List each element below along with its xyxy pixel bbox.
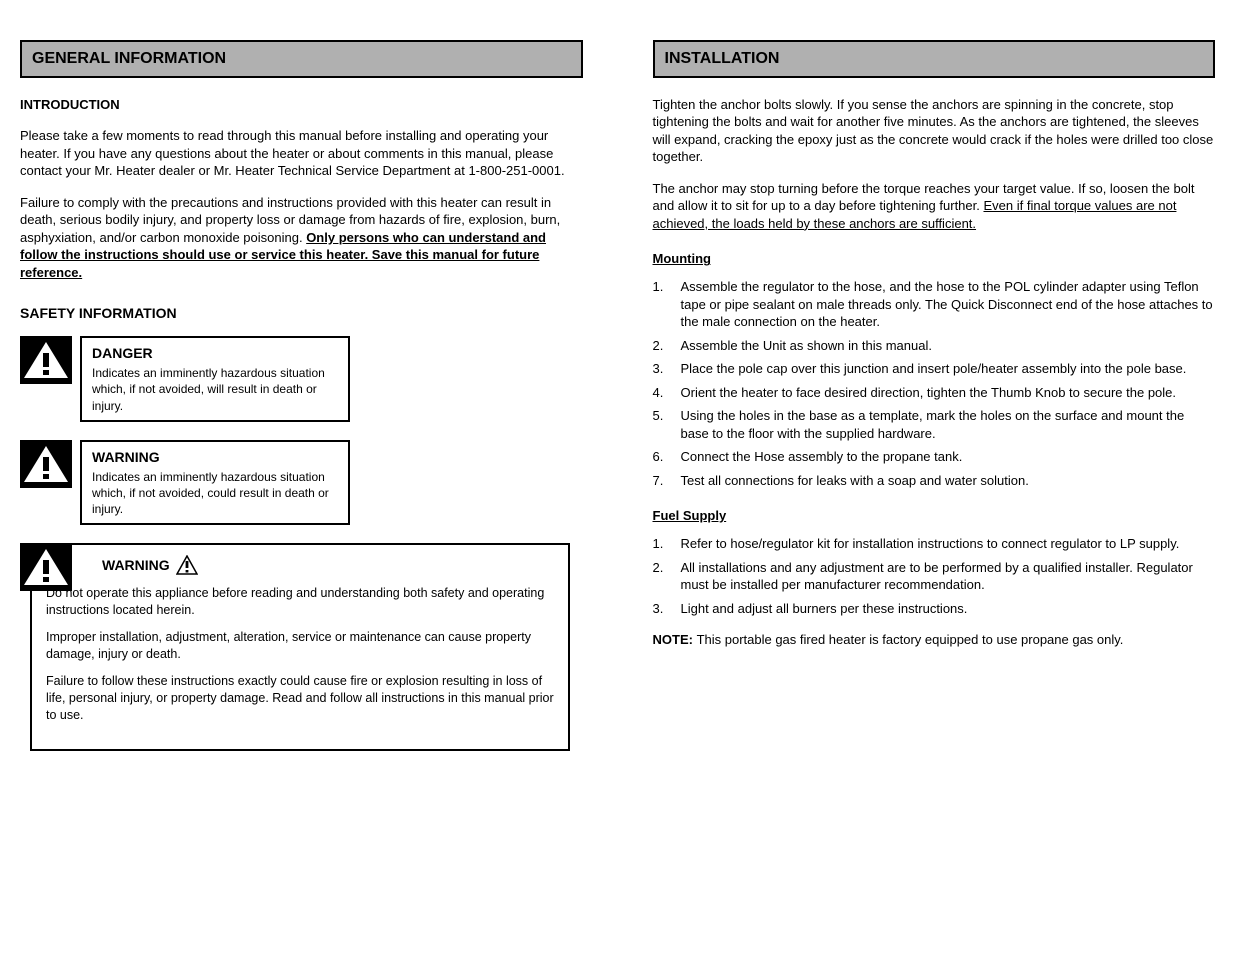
install-p1: Tighten the anchor bolts slowly. If you … bbox=[653, 96, 1216, 166]
danger-row: DANGER Indicates an imminently hazardous… bbox=[20, 336, 583, 421]
item-text: Assemble the regulator to the hose, and … bbox=[681, 278, 1216, 331]
item-text: Orient the heater to face desired direct… bbox=[681, 384, 1177, 402]
intro-paragraph-1: Please take a few moments to read throug… bbox=[20, 127, 583, 180]
warning-large-p2: Improper installation, adjustment, alter… bbox=[46, 629, 554, 663]
warning-large-box: WARNING Do not operate this appliance be… bbox=[30, 543, 570, 751]
warning-small-desc: Indicates an imminently hazardous situat… bbox=[92, 469, 338, 518]
list-item: 1.Assemble the regulator to the hose, an… bbox=[653, 278, 1216, 331]
item-number: 3. bbox=[653, 360, 671, 378]
mounting-list: 1.Assemble the regulator to the hose, an… bbox=[653, 278, 1216, 489]
intro-paragraph-2: Failure to comply with the precautions a… bbox=[20, 194, 583, 282]
warning-large-wrapper: WARNING Do not operate this appliance be… bbox=[20, 543, 583, 751]
list-item: 7. Test all connections for leaks with a … bbox=[653, 472, 1216, 490]
page-root: GENERAL INFORMATION INTRODUCTION Please … bbox=[20, 40, 1215, 751]
warning-large-label: WARNING bbox=[102, 556, 170, 575]
item-text: Assemble the Unit as shown in this manua… bbox=[681, 337, 932, 355]
warning-small-label: WARNING bbox=[92, 448, 338, 467]
item-number: 1. bbox=[653, 278, 671, 331]
list-item: 3. Place the pole cap over this junction … bbox=[653, 360, 1216, 378]
introduction-heading: INTRODUCTION bbox=[20, 96, 583, 114]
list-item: 5. Using the holes in the base as a templ… bbox=[653, 407, 1216, 442]
list-item: 6. Connect the Hose assembly to the propa… bbox=[653, 448, 1216, 466]
danger-box: DANGER Indicates an imminently hazardous… bbox=[80, 336, 350, 421]
list-item: 3. Light and adjust all burners per these… bbox=[653, 600, 1216, 618]
item-number: 3. bbox=[653, 600, 671, 618]
note-text: This portable gas fired heater is factor… bbox=[697, 632, 1124, 647]
alert-triangle-icon bbox=[20, 440, 72, 488]
warning-small-box: WARNING Indicates an imminently hazardou… bbox=[80, 440, 350, 525]
item-text: Refer to hose/regulator kit for installa… bbox=[681, 535, 1180, 553]
list-item: 2. Assemble the Unit as shown in this man… bbox=[653, 337, 1216, 355]
warning-small-row: WARNING Indicates an imminently hazardou… bbox=[20, 440, 583, 525]
item-number: 6. bbox=[653, 448, 671, 466]
item-number: 7. bbox=[653, 472, 671, 490]
safety-info-heading: SAFETY INFORMATION bbox=[20, 304, 583, 323]
left-column: GENERAL INFORMATION INTRODUCTION Please … bbox=[20, 40, 583, 751]
install-p2: The anchor may stop turning before the t… bbox=[653, 180, 1216, 233]
alert-triangle-icon bbox=[20, 336, 72, 384]
fuel-supply-list: 1. Refer to hose/regulator kit for instal… bbox=[653, 535, 1216, 617]
installation-header: INSTALLATION bbox=[653, 40, 1216, 78]
note-paragraph: NOTE: This portable gas fired heater is … bbox=[653, 631, 1216, 649]
item-text: Place the pole cap over this junction an… bbox=[681, 360, 1187, 378]
item-number: 4. bbox=[653, 384, 671, 402]
item-text: Test all connections for leaks with a so… bbox=[681, 472, 1029, 490]
item-number: 2. bbox=[653, 559, 671, 594]
item-text: Light and adjust all burners per these i… bbox=[681, 600, 968, 618]
list-item: 1. Refer to hose/regulator kit for instal… bbox=[653, 535, 1216, 553]
item-text: Connect the Hose assembly to the propane… bbox=[681, 448, 963, 466]
list-item: 2. All installations and any adjustment a… bbox=[653, 559, 1216, 594]
note-label: NOTE: bbox=[653, 632, 697, 647]
item-number: 1. bbox=[653, 535, 671, 553]
list-item: 4. Orient the heater to face desired dire… bbox=[653, 384, 1216, 402]
fuel-supply-subhead: Fuel Supply bbox=[653, 507, 1216, 525]
item-number: 5. bbox=[653, 407, 671, 442]
mounting-subhead: Mounting bbox=[653, 250, 1216, 268]
right-column: INSTALLATION Tighten the anchor bolts sl… bbox=[653, 40, 1216, 751]
item-text: Using the holes in the base as a templat… bbox=[681, 407, 1216, 442]
alert-triangle-icon bbox=[20, 543, 72, 591]
item-text: All installations and any adjustment are… bbox=[681, 559, 1216, 594]
alert-triangle-icon bbox=[176, 555, 198, 575]
item-number: 2. bbox=[653, 337, 671, 355]
warning-large-p3: Failure to follow these instructions exa… bbox=[46, 673, 554, 724]
general-info-header: GENERAL INFORMATION bbox=[20, 40, 583, 78]
danger-desc: Indicates an imminently hazardous situat… bbox=[92, 365, 338, 414]
warning-large-p1: Do not operate this appliance before rea… bbox=[46, 585, 554, 619]
danger-label: DANGER bbox=[92, 344, 338, 363]
warning-large-label-row: WARNING bbox=[46, 555, 554, 575]
